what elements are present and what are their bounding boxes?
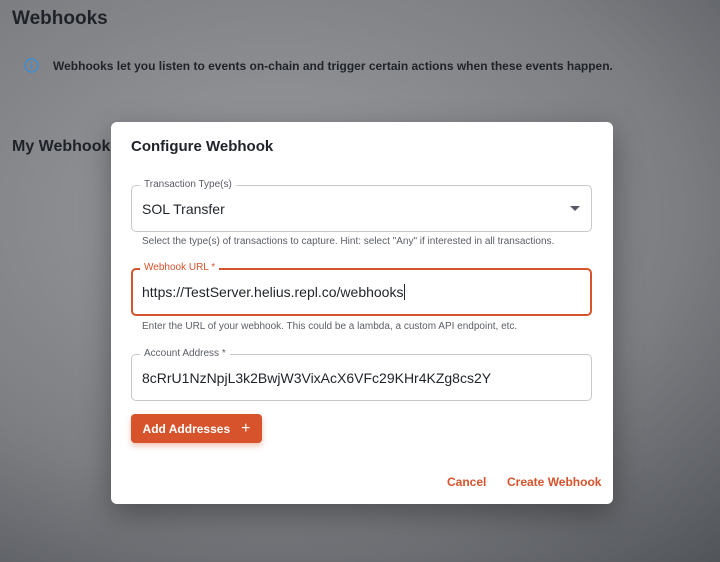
plus-icon: + — [241, 419, 251, 437]
page-title: Webhooks — [12, 8, 108, 29]
transaction-type-label: Transaction Type(s) — [140, 179, 236, 191]
cancel-button[interactable]: Cancel — [447, 475, 486, 489]
transaction-type-helper: Select the type(s) of transactions to ca… — [142, 236, 555, 247]
info-circle-icon — [24, 58, 39, 73]
webhook-url-value-wrap: https://TestServer.helius.repl.co/webhoo… — [142, 284, 406, 300]
section-title: My Webhooks — [12, 138, 120, 155]
transaction-type-select[interactable]: Transaction Type(s) SOL Transfer — [131, 179, 592, 232]
dialog-title: Configure Webhook — [131, 138, 274, 155]
info-banner: Webhooks let you listen to events on-cha… — [24, 58, 613, 73]
account-address-value: 8cRrU1NzNpjL3k2BwjW3VixAcX6VFc29KHr4KZg8… — [142, 370, 492, 386]
webhook-url-field[interactable]: Webhook URL * https://TestServer.helius.… — [131, 262, 592, 316]
add-addresses-label: Add Addresses — [142, 421, 231, 436]
info-text: Webhooks let you listen to events on-cha… — [53, 58, 613, 73]
account-address-field[interactable]: Account Address * 8cRrU1NzNpjL3k2BwjW3Vi… — [131, 348, 592, 401]
webhook-url-value: https://TestServer.helius.repl.co/webhoo… — [142, 284, 404, 300]
webhook-url-label: Webhook URL * — [140, 262, 220, 274]
webhook-url-helper: Enter the URL of your webhook. This coul… — [142, 321, 518, 332]
account-address-label: Account Address * — [140, 348, 230, 360]
caret-down-icon[interactable] — [570, 206, 580, 211]
text-cursor — [404, 284, 406, 300]
configure-webhook-dialog: Configure Webhook Transaction Type(s) SO… — [111, 122, 613, 504]
transaction-type-value: SOL Transfer — [142, 201, 225, 217]
create-webhook-button[interactable]: Create Webhook — [507, 475, 601, 489]
add-addresses-button[interactable]: Add Addresses + — [131, 414, 262, 443]
